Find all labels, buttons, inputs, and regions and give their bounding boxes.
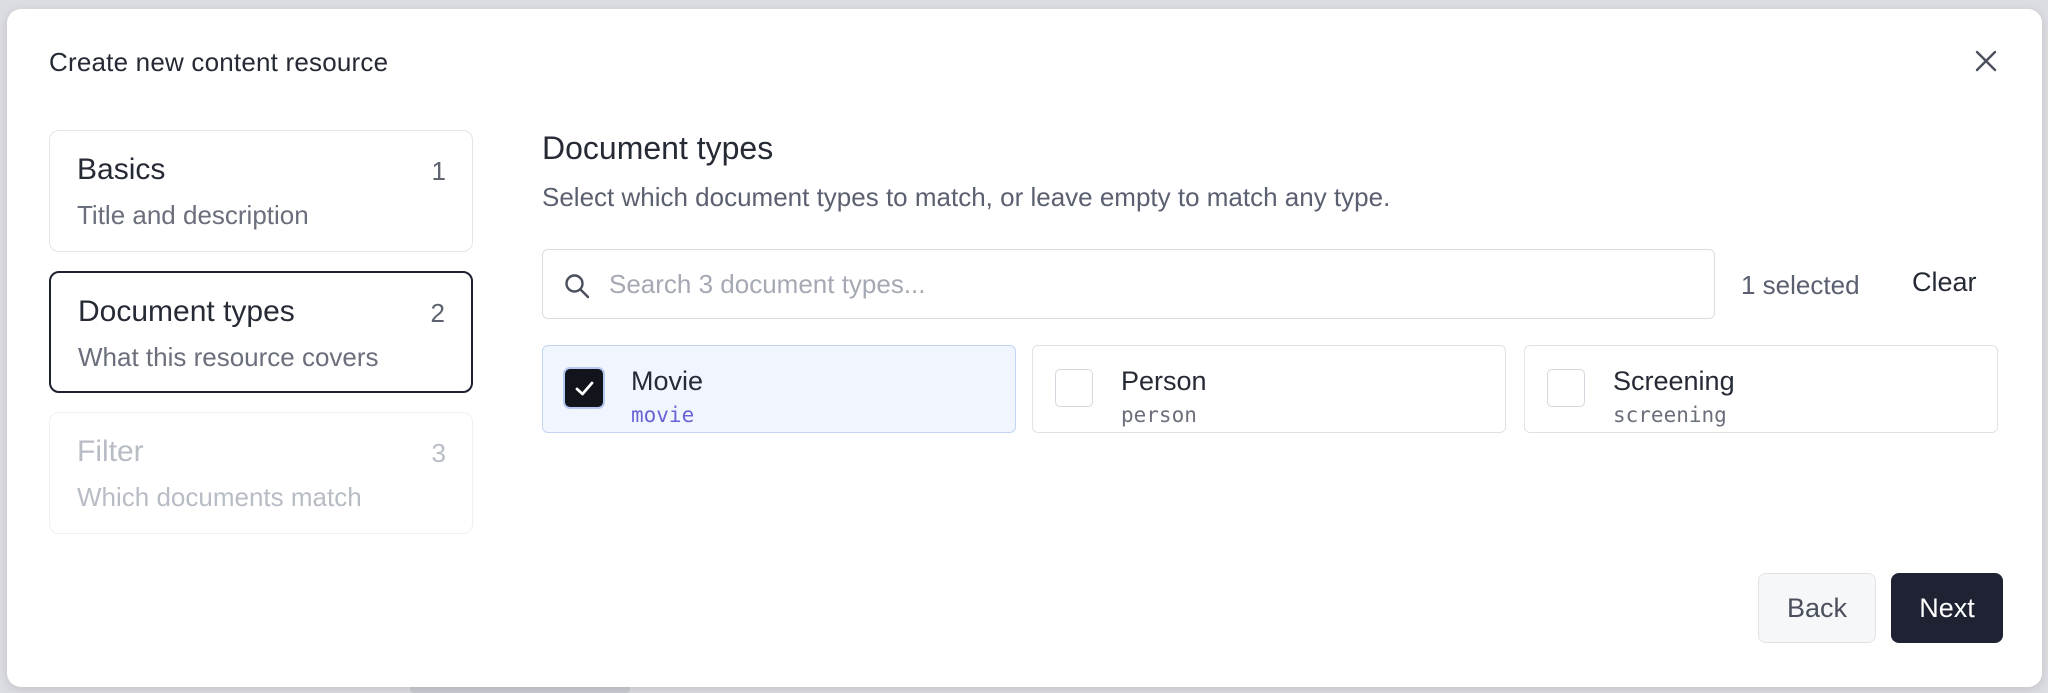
search-input[interactable] xyxy=(609,260,1699,308)
checkbox[interactable] xyxy=(1055,369,1093,407)
type-name: Screening xyxy=(1613,366,1735,396)
check-icon xyxy=(575,381,594,396)
create-resource-dialog: Create new content resource Basics Title… xyxy=(7,9,2042,687)
step-subtitle: Title and description xyxy=(77,200,309,230)
step-subtitle: Which documents match xyxy=(77,482,362,512)
step-filter: Filter Which documents match 3 xyxy=(49,412,473,534)
type-name: Person xyxy=(1121,366,1207,396)
checkbox-checked[interactable] xyxy=(565,369,603,407)
step-subtitle: What this resource covers xyxy=(78,342,379,372)
close-icon xyxy=(1975,50,1997,72)
section-description: Select which document types to match, or… xyxy=(542,182,1391,212)
step-title: Filter xyxy=(77,435,144,468)
type-card-movie[interactable]: Movie movie xyxy=(542,345,1016,433)
type-id: screening xyxy=(1613,403,1727,427)
step-basics[interactable]: Basics Title and description 1 xyxy=(49,130,473,252)
dialog-title: Create new content resource xyxy=(49,47,389,77)
next-button[interactable]: Next xyxy=(1891,573,2003,643)
clear-button[interactable]: Clear xyxy=(1912,267,1977,298)
step-document-types[interactable]: Document types What this resource covers… xyxy=(49,271,473,393)
type-id: person xyxy=(1121,403,1197,427)
checkbox[interactable] xyxy=(1547,369,1585,407)
selected-count: 1 selected xyxy=(1741,270,1860,300)
search-icon xyxy=(565,274,590,299)
type-id: movie xyxy=(631,403,695,427)
step-title: Document types xyxy=(78,295,295,328)
section-title: Document types xyxy=(542,130,774,166)
close-button[interactable] xyxy=(1969,44,2003,78)
search-box[interactable] xyxy=(542,249,1715,319)
step-number: 3 xyxy=(431,438,446,468)
step-number: 2 xyxy=(430,298,445,328)
type-card-person[interactable]: Person person xyxy=(1032,345,1506,433)
type-card-screening[interactable]: Screening screening xyxy=(1524,345,1998,433)
type-name: Movie xyxy=(631,366,704,396)
step-number: 1 xyxy=(431,156,446,186)
step-title: Basics xyxy=(77,153,166,186)
back-button[interactable]: Back xyxy=(1758,573,1876,643)
